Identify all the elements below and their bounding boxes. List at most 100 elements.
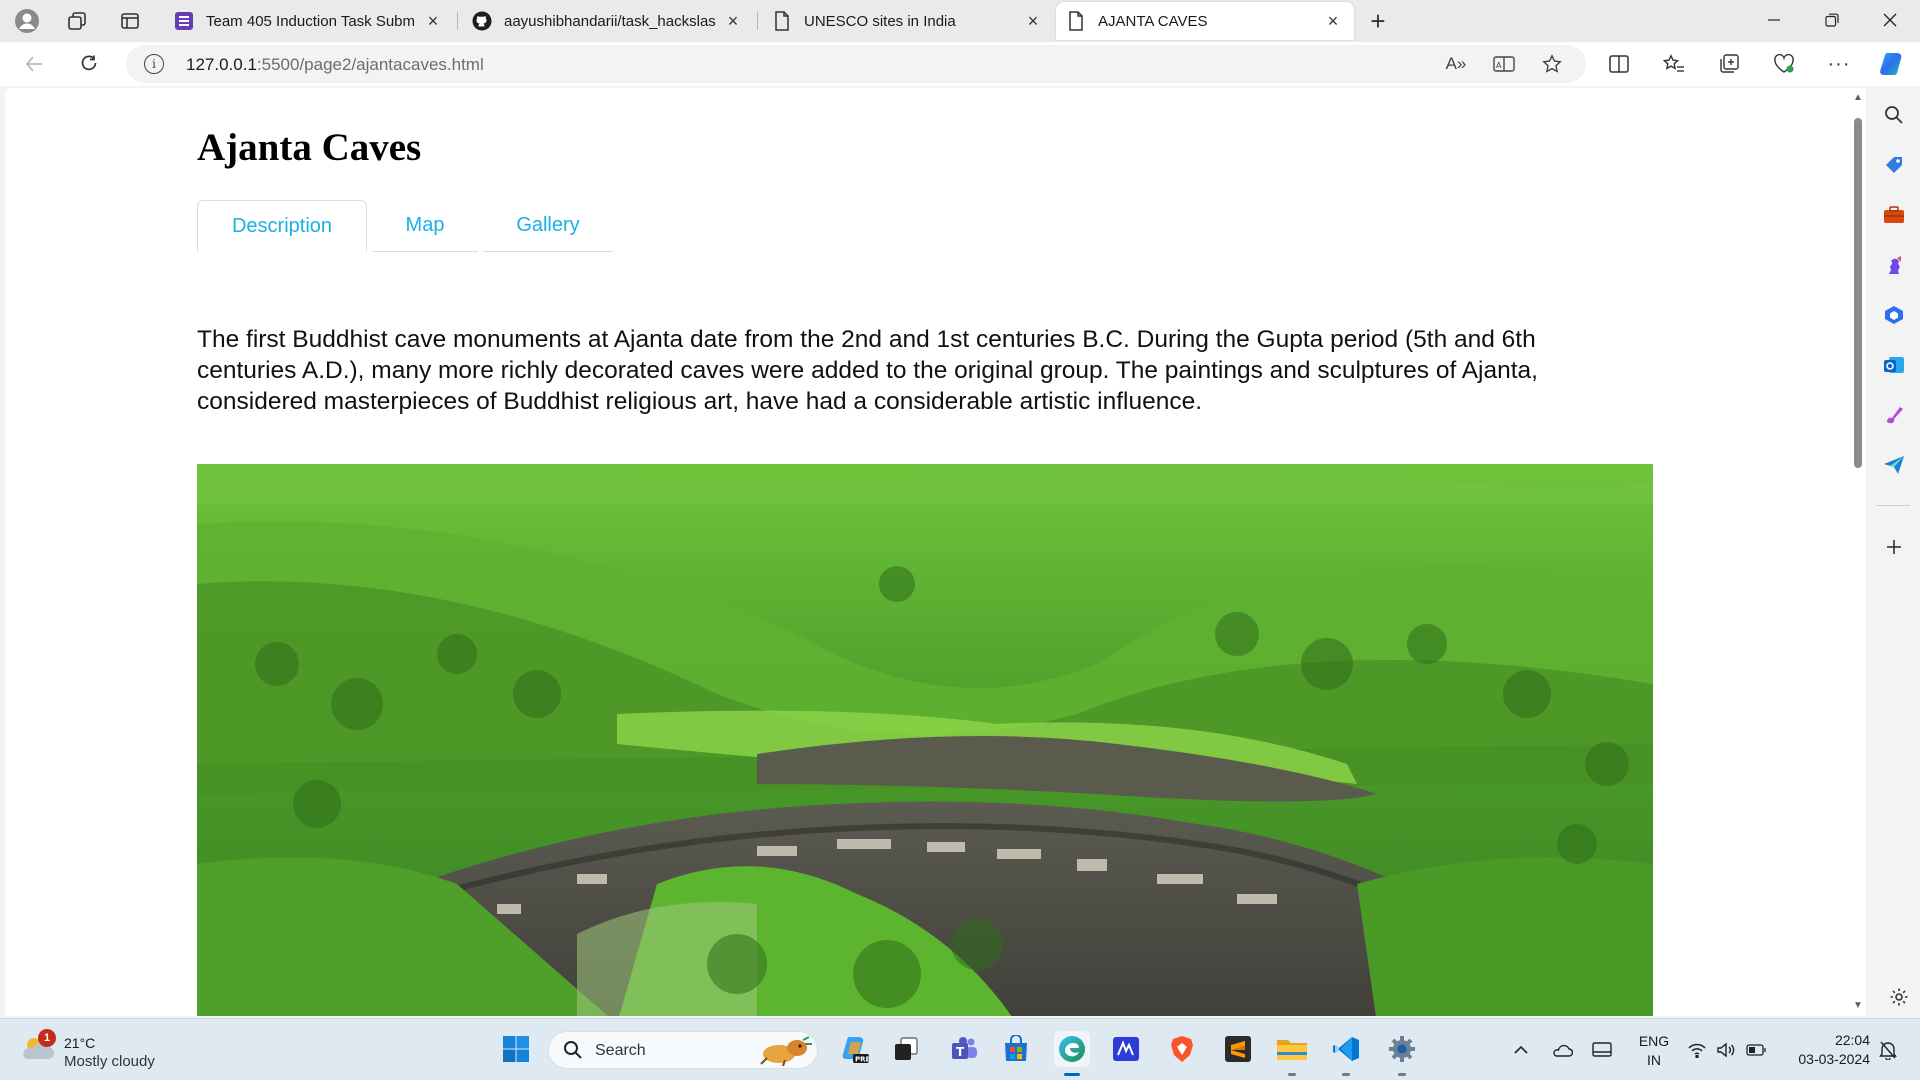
microsoft-store-icon[interactable] <box>998 1031 1034 1067</box>
minimize-button[interactable] <box>1746 0 1802 40</box>
sidebar-settings-icon[interactable] <box>1886 984 1912 1010</box>
favorites-icon[interactable] <box>1656 48 1692 80</box>
browser-tab[interactable]: aayushibhandarii/task_hackslash × <box>462 2 754 40</box>
task-view-icon[interactable] <box>888 1031 924 1067</box>
split-screen-icon[interactable] <box>1601 48 1637 80</box>
running-indicator <box>1288 1073 1296 1076</box>
add-icon[interactable] <box>1881 534 1907 560</box>
tab-label: Map <box>405 214 445 236</box>
tab-divider <box>457 12 458 30</box>
brave-browser-icon[interactable] <box>1164 1031 1200 1067</box>
chevron-up-icon[interactable] <box>1510 1039 1532 1061</box>
browser-tab[interactable]: Team 405 Induction Task Submission × <box>164 2 454 40</box>
settings-gear-icon[interactable] <box>1384 1031 1420 1067</box>
copilot-icon[interactable] <box>1874 48 1910 80</box>
close-icon[interactable]: × <box>422 10 444 32</box>
tools-icon[interactable] <box>1881 202 1907 228</box>
profile-icon[interactable] <box>11 6 43 36</box>
more-menu-icon[interactable]: ··· <box>1821 48 1857 80</box>
tab-map[interactable]: Map <box>372 200 478 252</box>
battery-icon[interactable] <box>1745 1039 1767 1061</box>
games-icon[interactable] <box>1881 252 1907 278</box>
browser-tab-active[interactable]: AJANTA CAVES × <box>1056 2 1354 40</box>
collections-icon[interactable] <box>1711 48 1747 80</box>
wifi-icon[interactable] <box>1686 1039 1708 1061</box>
page-viewport: Ajanta Caves Description Map Gallery The… <box>5 88 1850 1016</box>
vscode-icon[interactable] <box>1328 1031 1364 1067</box>
page-scrollbar[interactable]: ▲ ▼ <box>1850 88 1866 1016</box>
volume-icon[interactable] <box>1715 1039 1737 1061</box>
github-icon <box>472 11 492 31</box>
weather-widget[interactable]: 1 21°C Mostly cloudy <box>20 1029 180 1071</box>
display-icon[interactable] <box>1591 1039 1613 1061</box>
taskbar-search-box[interactable]: Search <box>548 1031 818 1069</box>
onedrive-sync-icon[interactable] <box>1551 1039 1573 1061</box>
scroll-down-icon[interactable]: ▼ <box>1853 1000 1863 1011</box>
close-icon[interactable]: × <box>1322 10 1344 32</box>
search-highlight-icon <box>755 1036 815 1067</box>
shopping-tag-icon[interactable] <box>1881 152 1907 178</box>
running-indicator <box>1342 1073 1350 1076</box>
search-icon <box>563 1040 583 1066</box>
sublime-text-icon[interactable] <box>1220 1031 1256 1067</box>
svg-text:PRE: PRE <box>855 1056 869 1064</box>
browser-essentials-icon[interactable] <box>1766 48 1802 80</box>
weather-alert-badge: 1 <box>38 1029 56 1047</box>
forms-icon <box>174 11 194 31</box>
copilot-pre-icon[interactable]: PRE <box>836 1031 872 1067</box>
search-icon[interactable] <box>1881 102 1907 128</box>
refresh-button[interactable] <box>71 48 107 80</box>
running-indicator <box>1064 1073 1080 1076</box>
close-icon[interactable]: × <box>1022 10 1044 32</box>
microsoft-365-icon[interactable] <box>1881 302 1907 328</box>
sidebar-divider <box>1876 505 1910 506</box>
url-text[interactable]: 127.0.0.1:5500/page2/ajantacaves.html <box>186 55 484 75</box>
scroll-up-icon[interactable]: ▲ <box>1853 92 1863 103</box>
language-indicator[interactable]: ENG IN <box>1636 1033 1672 1068</box>
tab-label: Description <box>231 214 333 237</box>
restore-button[interactable] <box>1804 0 1860 40</box>
content-tabs: Description Map Gallery <box>197 200 617 252</box>
clock-time: 22:04 <box>1834 1032 1870 1048</box>
vertical-tabs-icon[interactable] <box>114 6 146 36</box>
close-window-button[interactable] <box>1862 0 1918 40</box>
running-indicator <box>1398 1073 1406 1076</box>
new-tab-button[interactable]: + <box>1362 6 1394 36</box>
svg-text:A: A <box>1496 61 1502 70</box>
immersive-reader-icon[interactable]: A <box>1488 50 1520 78</box>
code-editor-icon[interactable] <box>1108 1031 1144 1067</box>
outlook-icon[interactable] <box>1881 352 1907 378</box>
tab-title: UNESCO sites in India <box>804 12 956 30</box>
tab-description[interactable]: Description <box>197 200 367 252</box>
send-icon[interactable] <box>1881 452 1907 478</box>
favorite-star-icon[interactable] <box>1536 50 1568 78</box>
edge-sidebar <box>1866 88 1920 1016</box>
weather-description: Mostly cloudy <box>64 1053 155 1070</box>
close-icon[interactable]: × <box>722 10 744 32</box>
windows-start-icon[interactable] <box>498 1031 534 1067</box>
file-explorer-icon[interactable] <box>1274 1031 1310 1067</box>
page-title: Ajanta Caves <box>197 126 422 169</box>
teams-icon[interactable]: T <box>946 1031 982 1067</box>
search-label: Search <box>595 1042 646 1059</box>
designer-icon[interactable] <box>1881 402 1907 428</box>
tab-gallery[interactable]: Gallery <box>483 200 613 252</box>
notification-bell-icon[interactable] <box>1877 1039 1899 1061</box>
svg-text:T: T <box>956 1045 965 1059</box>
site-info-icon[interactable]: i <box>144 54 164 74</box>
edge-browser-icon[interactable] <box>1054 1031 1090 1067</box>
weather-temperature: 21°C <box>64 1035 96 1051</box>
page-icon <box>1066 11 1086 31</box>
tab-title: Team 405 Induction Task Submission <box>206 12 416 30</box>
back-button[interactable] <box>16 48 52 80</box>
address-bar[interactable]: i 127.0.0.1:5500/page2/ajantacaves.html … <box>126 45 1586 83</box>
browser-tab[interactable]: UNESCO sites in India × <box>762 2 1054 40</box>
ajanta-caves-photo <box>197 464 1653 1016</box>
clock[interactable]: 22:04 03-03-2024 <box>1780 1032 1870 1067</box>
windows-taskbar: 1 21°C Mostly cloudy Search PRE T ENG IN… <box>0 1018 1920 1080</box>
read-aloud-icon[interactable]: A» <box>1440 50 1472 78</box>
tab-divider <box>757 12 758 30</box>
scrollbar-thumb[interactable] <box>1854 118 1862 468</box>
language-code: ENG <box>1638 1033 1670 1049</box>
workspaces-icon[interactable] <box>61 6 93 36</box>
